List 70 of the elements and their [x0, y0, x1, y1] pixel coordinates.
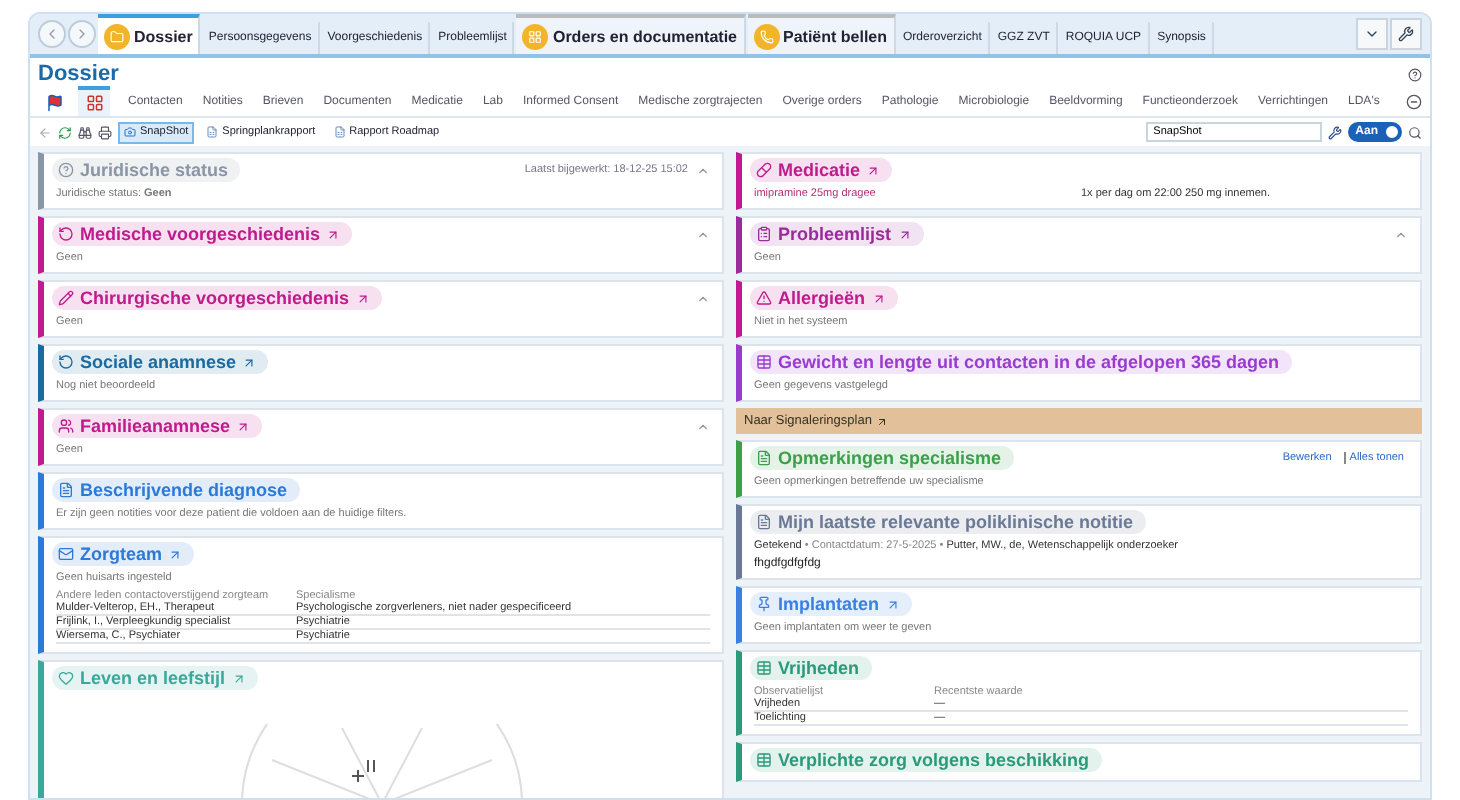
wrench-icon[interactable] [1327, 125, 1342, 139]
pin-icon [756, 596, 772, 612]
help-icon [58, 162, 74, 178]
caret-icon [1364, 26, 1380, 42]
pill-icon [756, 162, 772, 178]
heart-icon [58, 670, 74, 686]
envelope-icon [58, 546, 74, 562]
warning-icon [756, 290, 772, 306]
section-title[interactable]: Chirurgische voorgeschiedenis [52, 286, 382, 310]
external-link-icon [326, 227, 341, 241]
section-title[interactable]: Medische voorgeschiedenis [52, 222, 353, 246]
section-title[interactable]: Familieanamnese [52, 414, 263, 438]
external-link-icon [885, 597, 900, 611]
external-link-icon [866, 163, 881, 177]
document-icon [58, 482, 74, 498]
section-title[interactable]: Mijn laatste relevante poliklinische notitie [750, 510, 1146, 534]
table-icon [756, 354, 772, 370]
collapse-icon[interactable] [1394, 227, 1408, 241]
tab-icon [753, 23, 779, 49]
section-title[interactable]: Zorgteam [52, 542, 195, 566]
page-title: Dossier [38, 62, 119, 86]
external-link-icon [231, 671, 246, 685]
section-title[interactable]: Allergieën [750, 286, 898, 310]
section-title[interactable]: Gewicht en lengte uit contacten in de afgelopen 365 dagen [750, 350, 1292, 374]
search-icon[interactable] [1408, 125, 1422, 139]
tab-icon [522, 23, 549, 49]
external-link-icon [875, 415, 888, 427]
chevron-right-icon [74, 26, 90, 42]
grid-tab-icon[interactable] [78, 86, 110, 116]
section-title[interactable]: Beschrijvende diagnose [52, 478, 300, 502]
top-tab[interactable]: Dossier [98, 14, 201, 54]
external-link-icon [236, 419, 251, 433]
pencil-icon [58, 290, 74, 306]
section-title[interactable]: Probleemlijst [750, 222, 924, 246]
grid-icon [85, 94, 103, 112]
external-link-icon [355, 291, 370, 305]
print-icon[interactable] [98, 125, 112, 139]
document-icon [333, 126, 346, 138]
wrench-button[interactable] [1390, 18, 1422, 50]
wrench-icon [1398, 26, 1414, 42]
collapse-icon[interactable] [696, 163, 710, 177]
collapse-icon[interactable] [696, 291, 710, 305]
document-icon [756, 514, 772, 530]
chevron-left-icon [44, 26, 60, 42]
external-link-icon [897, 227, 912, 241]
tab-icon [104, 23, 130, 49]
help-icon[interactable] [1408, 67, 1422, 81]
binoculars-icon[interactable] [78, 125, 92, 139]
section-title[interactable]: Sociale anamnese [52, 350, 269, 374]
document-icon [206, 126, 219, 138]
clipboard-icon [756, 226, 772, 242]
history-icon [58, 354, 74, 370]
table-icon [756, 660, 772, 676]
external-link-icon [871, 291, 886, 305]
external-link-icon [168, 547, 183, 561]
section-title[interactable]: Medicatie [750, 158, 893, 182]
camera-icon [124, 126, 136, 138]
minus-circle-icon[interactable] [1406, 93, 1422, 109]
collapse-icon[interactable] [696, 227, 710, 241]
refresh-icon[interactable] [58, 125, 72, 139]
flag-icon [45, 94, 63, 112]
back-arrow-icon[interactable] [38, 125, 52, 139]
top-tab[interactable]: Orders en documentatie [516, 14, 745, 54]
history-icon [58, 226, 74, 242]
people-icon [58, 418, 74, 434]
external-link-icon [242, 355, 257, 369]
top-tab[interactable]: Patiënt bellen [747, 14, 896, 54]
collapse-icon[interactable] [696, 419, 710, 433]
table-icon [756, 752, 772, 768]
document-icon [756, 450, 772, 466]
